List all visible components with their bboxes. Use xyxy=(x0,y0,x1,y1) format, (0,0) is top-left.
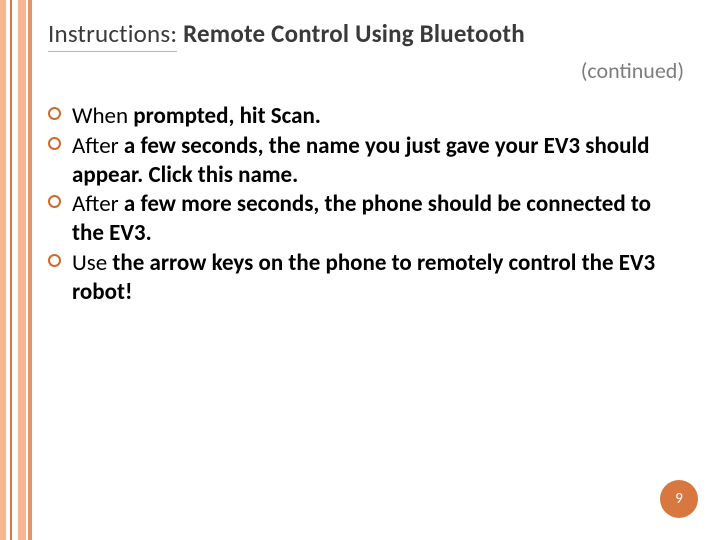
bullet-icon xyxy=(48,254,61,267)
list-item: After a few seconds, the name you just g… xyxy=(48,132,670,190)
bullet-pre: When xyxy=(72,102,133,130)
left-accent-stripes xyxy=(0,0,32,540)
bullet-bold: the arrow keys on the phone to remotely … xyxy=(72,249,655,306)
bullet-pre: Use xyxy=(72,249,112,277)
bullet-list: When prompted, hit Scan. After a few sec… xyxy=(48,102,690,306)
bullet-bold: prompted, hit Scan. xyxy=(133,102,321,130)
list-item: When prompted, hit Scan. xyxy=(48,102,670,131)
bullet-icon xyxy=(48,195,61,208)
bullet-bold: a few more seconds, the phone should be … xyxy=(72,190,651,247)
title-prefix: Instructions: xyxy=(48,18,177,52)
slide-title: Instructions: Remote Control Using Bluet… xyxy=(48,18,690,53)
page-number-badge: 9 xyxy=(660,480,698,518)
title-main: Remote Control Using Bluetooth xyxy=(177,18,525,49)
slide-content: Instructions: Remote Control Using Bluet… xyxy=(48,18,690,307)
list-item: After a few more seconds, the phone shou… xyxy=(48,190,670,248)
bullet-pre: After xyxy=(72,132,124,160)
continued-label: (continued) xyxy=(48,57,690,84)
list-item: Use the arrow keys on the phone to remot… xyxy=(48,249,670,307)
bullet-pre: After xyxy=(72,190,124,218)
bullet-icon xyxy=(48,107,61,120)
bullet-bold: a few seconds, the name you just gave yo… xyxy=(72,132,650,189)
page-number: 9 xyxy=(675,490,683,508)
bullet-icon xyxy=(48,137,61,150)
